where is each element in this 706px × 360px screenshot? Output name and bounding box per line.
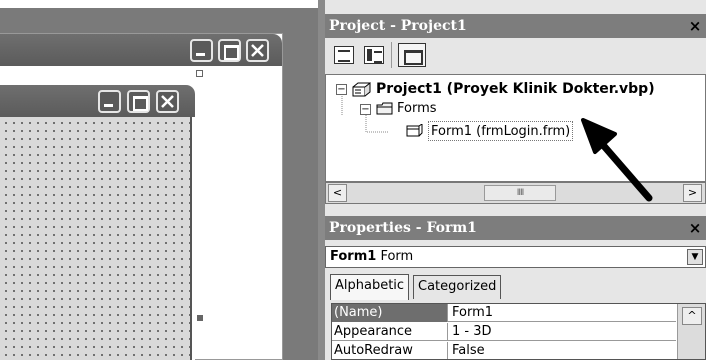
property-name: (Name) (332, 304, 448, 322)
tree-forms-folder[interactable]: Forms (397, 99, 437, 119)
form1-close-button[interactable] (156, 90, 179, 113)
maximize-icon (220, 41, 239, 60)
outer-minimize-button[interactable] (190, 39, 213, 62)
close-icon (251, 44, 264, 57)
outer-close-button[interactable] (246, 39, 269, 62)
project-toolbar (325, 38, 706, 74)
toolbar-separator (391, 42, 392, 68)
scroll-thumb[interactable]: IIII (484, 185, 556, 201)
tree-project-root[interactable]: Project1 (Proyek Klinik Dokter.vbp) (376, 79, 655, 99)
property-row[interactable]: Appearance 1 - 3D (332, 323, 676, 341)
property-row[interactable]: AutoRedraw False (332, 342, 676, 359)
property-value[interactable]: False (449, 342, 675, 359)
view-code-icon[interactable] (334, 46, 354, 64)
scroll-right-button[interactable]: > (683, 184, 702, 202)
resize-handle-top[interactable] (196, 70, 203, 77)
root-expander[interactable]: − (336, 84, 347, 95)
form1-titlebar[interactable] (0, 85, 195, 117)
project-panel-close-button[interactable]: × (687, 14, 703, 38)
object-selector-combo[interactable]: Form1 Form ▼ (325, 246, 706, 268)
scroll-left-button[interactable]: < (328, 184, 347, 202)
form1-design-grid[interactable] (0, 117, 192, 360)
view-object-icon[interactable] (364, 46, 384, 64)
property-value[interactable]: Form1 (449, 304, 675, 322)
properties-vscrollbar[interactable]: ^ (677, 304, 705, 359)
form1-design-window (0, 85, 195, 360)
properties-panel-close-button[interactable]: × (687, 216, 703, 240)
close-icon (161, 95, 174, 108)
forms-folder-icon (376, 102, 393, 115)
property-name: Appearance (332, 323, 448, 341)
chevron-down-icon[interactable]: ▼ (687, 249, 703, 265)
object-name: Form1 (330, 249, 377, 264)
resize-handle-right[interactable] (197, 315, 203, 321)
maximize-icon (129, 92, 148, 111)
properties-panel-title: Properties - Form1 (329, 220, 477, 236)
property-row[interactable]: (Name) Form1 (332, 304, 676, 322)
outer-maximize-button[interactable] (218, 39, 241, 62)
minimize-icon (100, 92, 119, 111)
form-icon (406, 124, 423, 137)
form1-maximize-button[interactable] (127, 90, 150, 113)
properties-grid: (Name) Form1 Appearance 1 - 3D AutoRedra… (331, 303, 706, 360)
properties-tabs: Alphabetic Categorized (325, 268, 706, 303)
object-type: Form (380, 249, 414, 264)
project-panel-titlebar: Project - Project1 × (325, 14, 706, 38)
property-value[interactable]: 1 - 3D (449, 323, 675, 341)
properties-panel-titlebar: Properties - Form1 × (325, 216, 706, 240)
pointer-arrow-icon (581, 118, 653, 202)
minimize-icon (192, 41, 211, 60)
property-name: AutoRedraw (332, 342, 448, 359)
panel-splitter[interactable] (318, 0, 325, 360)
tree-form1-item[interactable]: Form1 (frmLogin.frm) (428, 121, 574, 141)
scroll-up-button[interactable]: ^ (682, 307, 702, 325)
project-icon (352, 81, 371, 97)
forms-expander[interactable]: − (360, 104, 371, 115)
toggle-folders-icon[interactable] (398, 43, 426, 67)
designer-top-strip (0, 0, 318, 8)
outer-window-titlebar[interactable] (0, 34, 282, 66)
form1-minimize-button[interactable] (98, 90, 121, 113)
project-panel-title: Project - Project1 (329, 18, 467, 34)
tab-categorized[interactable]: Categorized (413, 275, 502, 299)
tab-alphabetic[interactable]: Alphabetic (330, 274, 410, 300)
